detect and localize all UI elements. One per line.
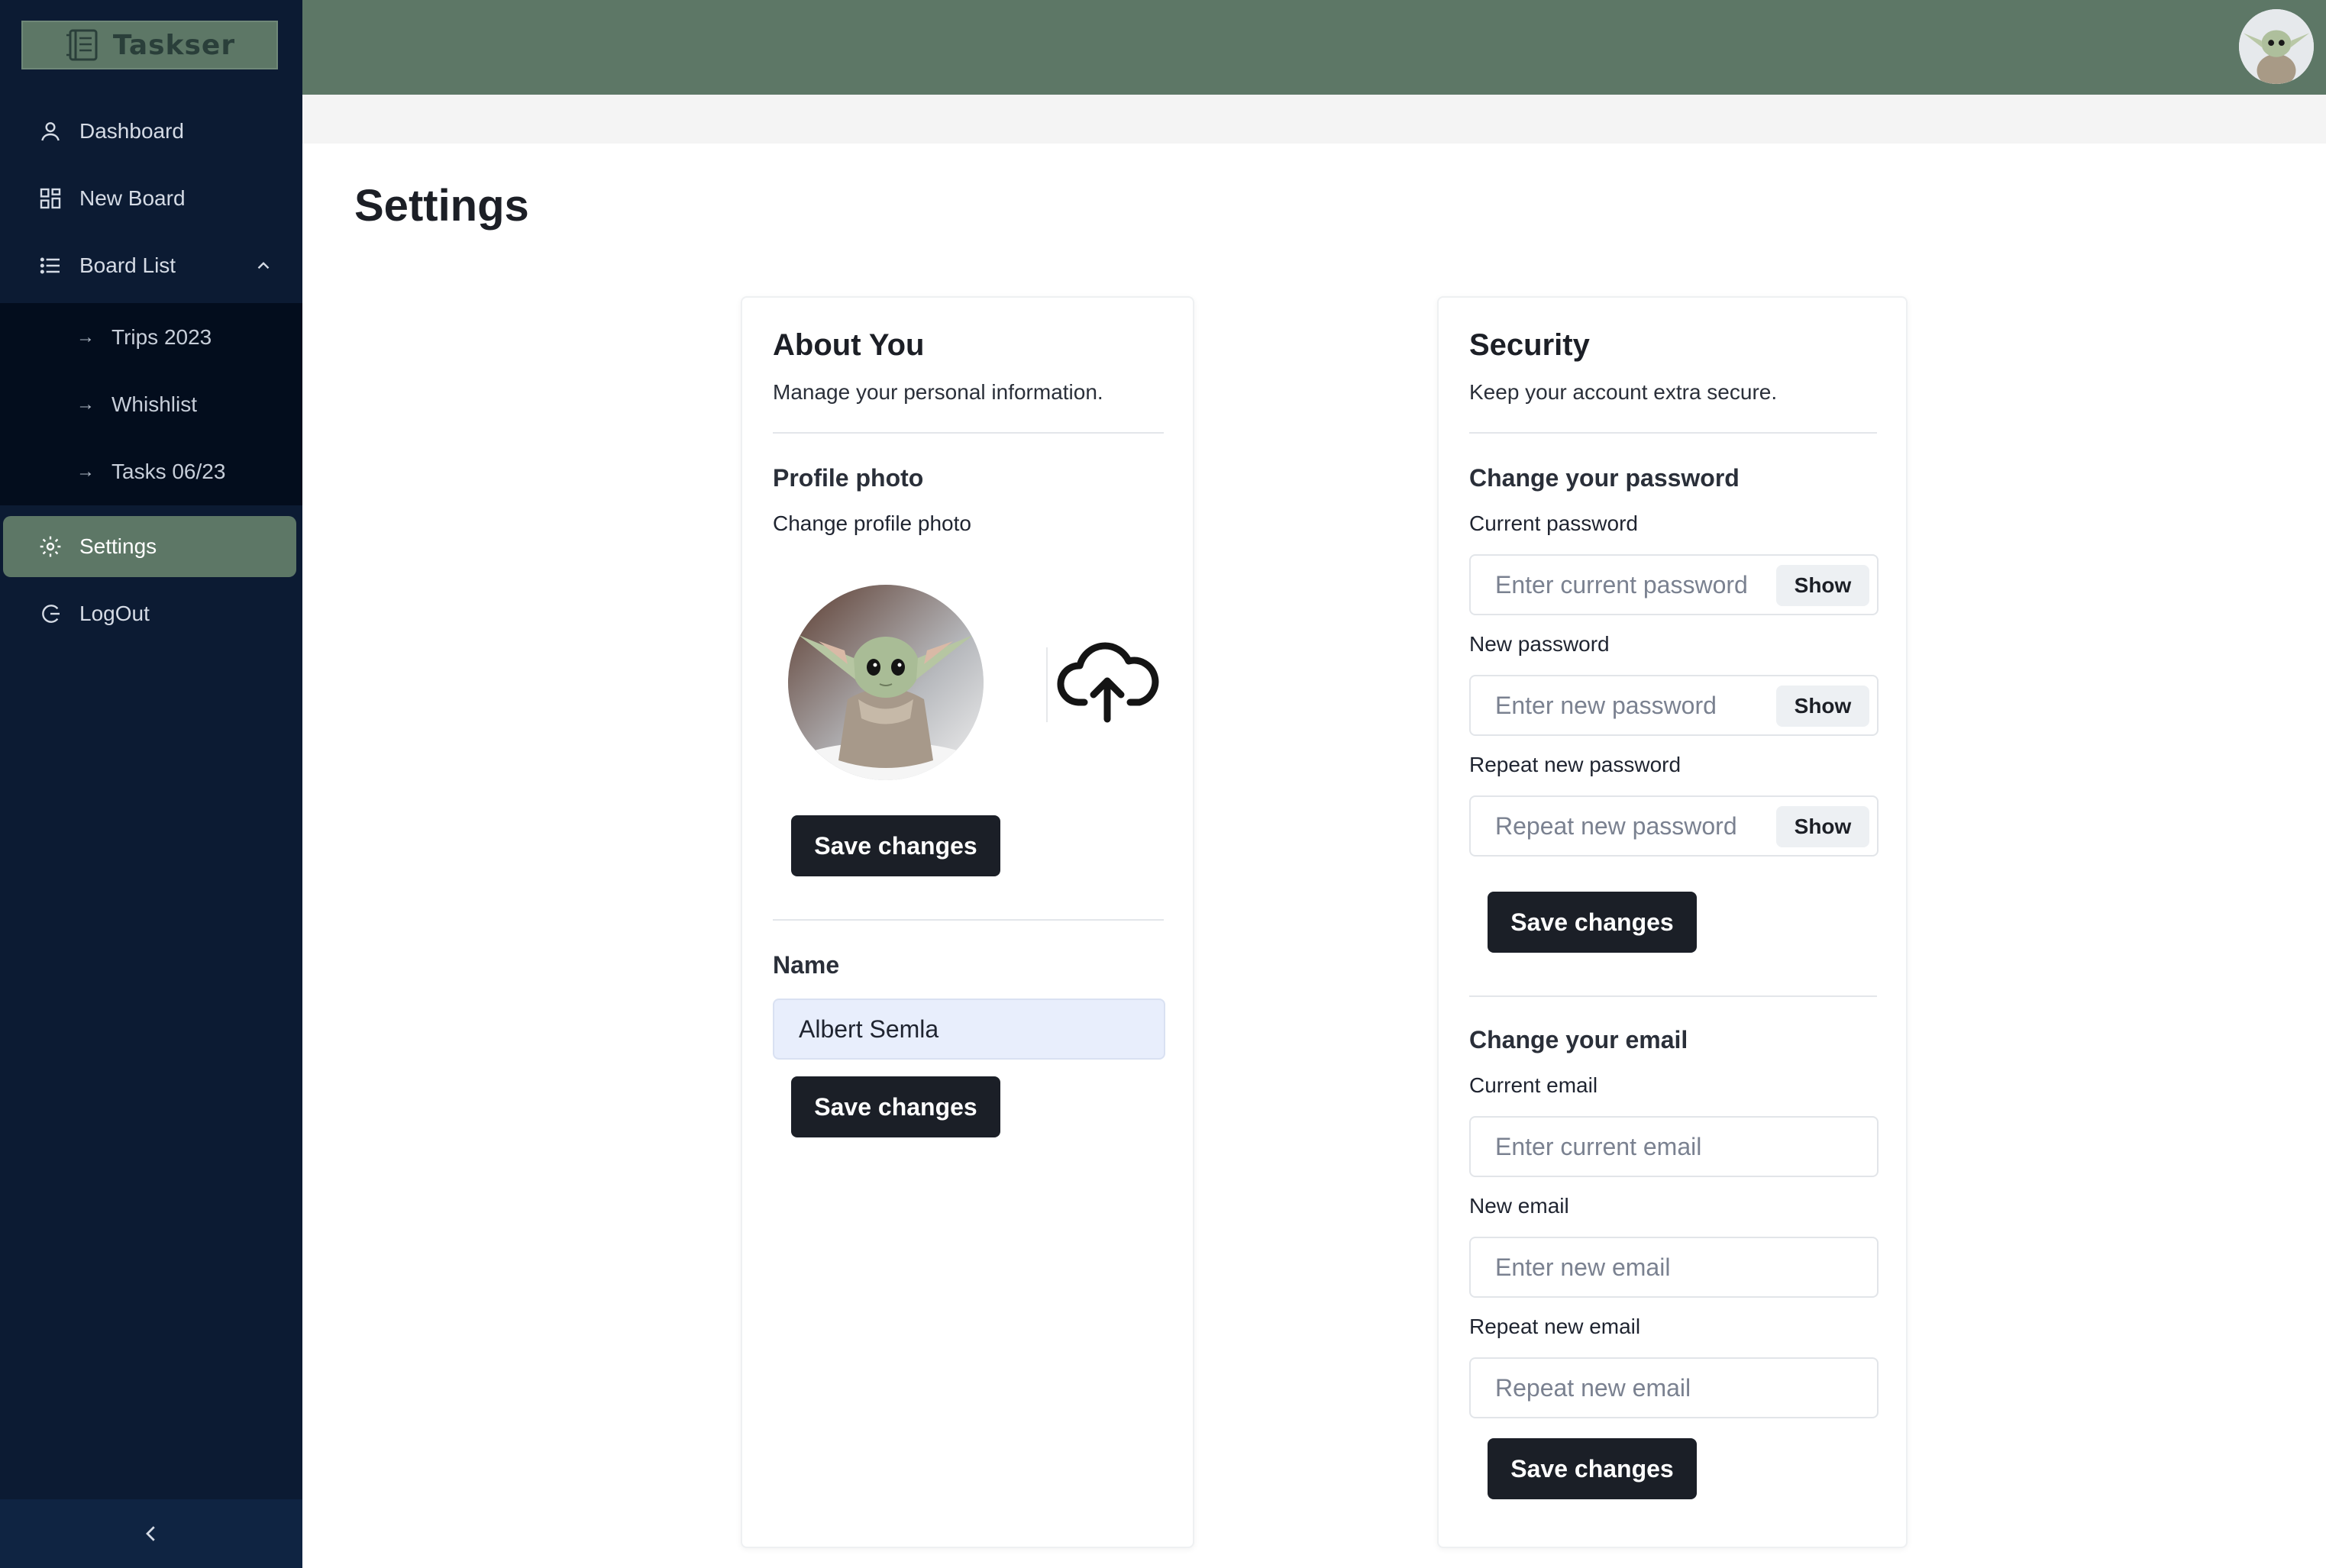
chevron-up-icon[interactable] bbox=[254, 256, 273, 276]
profile-photo-image bbox=[788, 585, 984, 780]
board-icon bbox=[40, 188, 61, 209]
repeat-email-label: Repeat new email bbox=[1469, 1315, 1641, 1338]
avatar-image bbox=[2239, 9, 2314, 84]
collapse-sidebar-button[interactable] bbox=[0, 1499, 302, 1568]
list-icon bbox=[40, 257, 60, 274]
upload-photo-button[interactable] bbox=[1054, 637, 1161, 728]
sidebar-item-new-board[interactable]: New Board bbox=[3, 168, 296, 229]
user-avatar[interactable] bbox=[2239, 9, 2314, 84]
email-heading: Change your email bbox=[1469, 1026, 1688, 1053]
sidebar-item-label: LogOut bbox=[79, 602, 150, 625]
page-title: Settings bbox=[354, 181, 529, 231]
top-bar bbox=[302, 0, 2326, 95]
show-new-password-button[interactable]: Show bbox=[1776, 686, 1869, 727]
current-email-label: Current email bbox=[1469, 1073, 1598, 1097]
save-name-button[interactable]: Save changes bbox=[791, 1076, 1000, 1137]
board-item-tasks-06-23[interactable]: → Tasks 06/23 bbox=[0, 441, 302, 502]
password-heading: Change your password bbox=[1469, 464, 1740, 492]
app-logo[interactable]: Taskser bbox=[21, 21, 278, 69]
show-repeat-password-button[interactable]: Show bbox=[1776, 806, 1869, 847]
cloud-upload-icon bbox=[1057, 642, 1159, 723]
profile-photo-label: Change profile photo bbox=[773, 511, 971, 535]
sidebar: Taskser Dashboard New Board Board List →… bbox=[0, 0, 302, 1568]
show-current-password-button[interactable]: Show bbox=[1776, 565, 1869, 606]
sidebar-item-logout[interactable]: LogOut bbox=[3, 583, 296, 644]
repeat-password-input[interactable]: Repeat new password Show bbox=[1469, 795, 1879, 857]
new-password-label: New password bbox=[1469, 632, 1610, 656]
security-description: Keep your account extra secure. bbox=[1469, 380, 1778, 404]
about-you-card: About You Manage your personal informati… bbox=[741, 296, 1194, 1548]
gear-icon bbox=[40, 536, 61, 557]
save-email-button[interactable]: Save changes bbox=[1488, 1438, 1697, 1499]
save-photo-button[interactable]: Save changes bbox=[791, 815, 1000, 876]
save-password-button[interactable]: Save changes bbox=[1488, 892, 1697, 953]
sidebar-item-label: New Board bbox=[79, 186, 186, 210]
new-password-placeholder: Enter new password bbox=[1495, 691, 1717, 719]
profile-photo bbox=[788, 585, 984, 780]
repeat-password-label: Repeat new password bbox=[1469, 753, 1682, 776]
name-label: Name bbox=[773, 951, 840, 979]
vertical-divider bbox=[1046, 647, 1048, 722]
about-title: About You bbox=[773, 328, 925, 362]
new-email-input[interactable]: Enter new email bbox=[1469, 1237, 1879, 1298]
current-email-input[interactable]: Enter current email bbox=[1469, 1116, 1879, 1177]
sidebar-item-settings[interactable]: Settings bbox=[3, 516, 296, 577]
profile-photo-heading: Profile photo bbox=[773, 464, 924, 492]
new-password-input[interactable]: Enter new password Show bbox=[1469, 675, 1879, 736]
repeat-password-placeholder: Repeat new password bbox=[1495, 811, 1737, 840]
board-item-trips-2023[interactable]: → Trips 2023 bbox=[0, 307, 302, 368]
arrow-right-icon: → bbox=[76, 461, 95, 482]
sub-header bbox=[302, 95, 2326, 144]
divider bbox=[773, 919, 1164, 921]
board-item-label: Tasks 06/23 bbox=[111, 460, 226, 483]
divider bbox=[1469, 432, 1877, 434]
sidebar-item-label: Board List bbox=[79, 253, 176, 277]
user-icon bbox=[41, 122, 60, 141]
app-name: Taskser bbox=[112, 29, 236, 61]
logout-icon bbox=[42, 605, 60, 623]
repeat-email-input[interactable]: Repeat new email bbox=[1469, 1357, 1879, 1418]
security-card: Security Keep your account extra secure.… bbox=[1437, 296, 1908, 1548]
name-field[interactable]: Albert Semla bbox=[773, 999, 1165, 1060]
security-title: Security bbox=[1469, 328, 1590, 362]
about-description: Manage your personal information. bbox=[773, 380, 1103, 404]
divider bbox=[773, 432, 1164, 434]
board-item-label: Whishlist bbox=[111, 392, 198, 416]
board-item-label: Trips 2023 bbox=[111, 325, 212, 349]
board-item-whishlist[interactable]: → Whishlist bbox=[0, 374, 302, 435]
current-password-placeholder: Enter current password bbox=[1495, 570, 1748, 598]
divider bbox=[1469, 995, 1877, 997]
sidebar-item-dashboard[interactable]: Dashboard bbox=[3, 101, 296, 162]
sidebar-item-board-list[interactable]: Board List bbox=[3, 235, 296, 296]
arrow-right-icon: → bbox=[76, 327, 95, 347]
arrow-right-icon: → bbox=[76, 394, 95, 415]
chevron-left-icon bbox=[146, 1526, 155, 1541]
current-password-input[interactable]: Enter current password Show bbox=[1469, 554, 1879, 615]
sidebar-item-label: Settings bbox=[79, 534, 157, 558]
board-list-submenu: → Trips 2023 → Whishlist → Tasks 06/23 bbox=[0, 303, 302, 505]
sidebar-item-label: Dashboard bbox=[79, 119, 184, 143]
new-email-label: New email bbox=[1469, 1194, 1569, 1218]
current-password-label: Current password bbox=[1469, 511, 1638, 535]
notebook-icon bbox=[66, 29, 98, 61]
